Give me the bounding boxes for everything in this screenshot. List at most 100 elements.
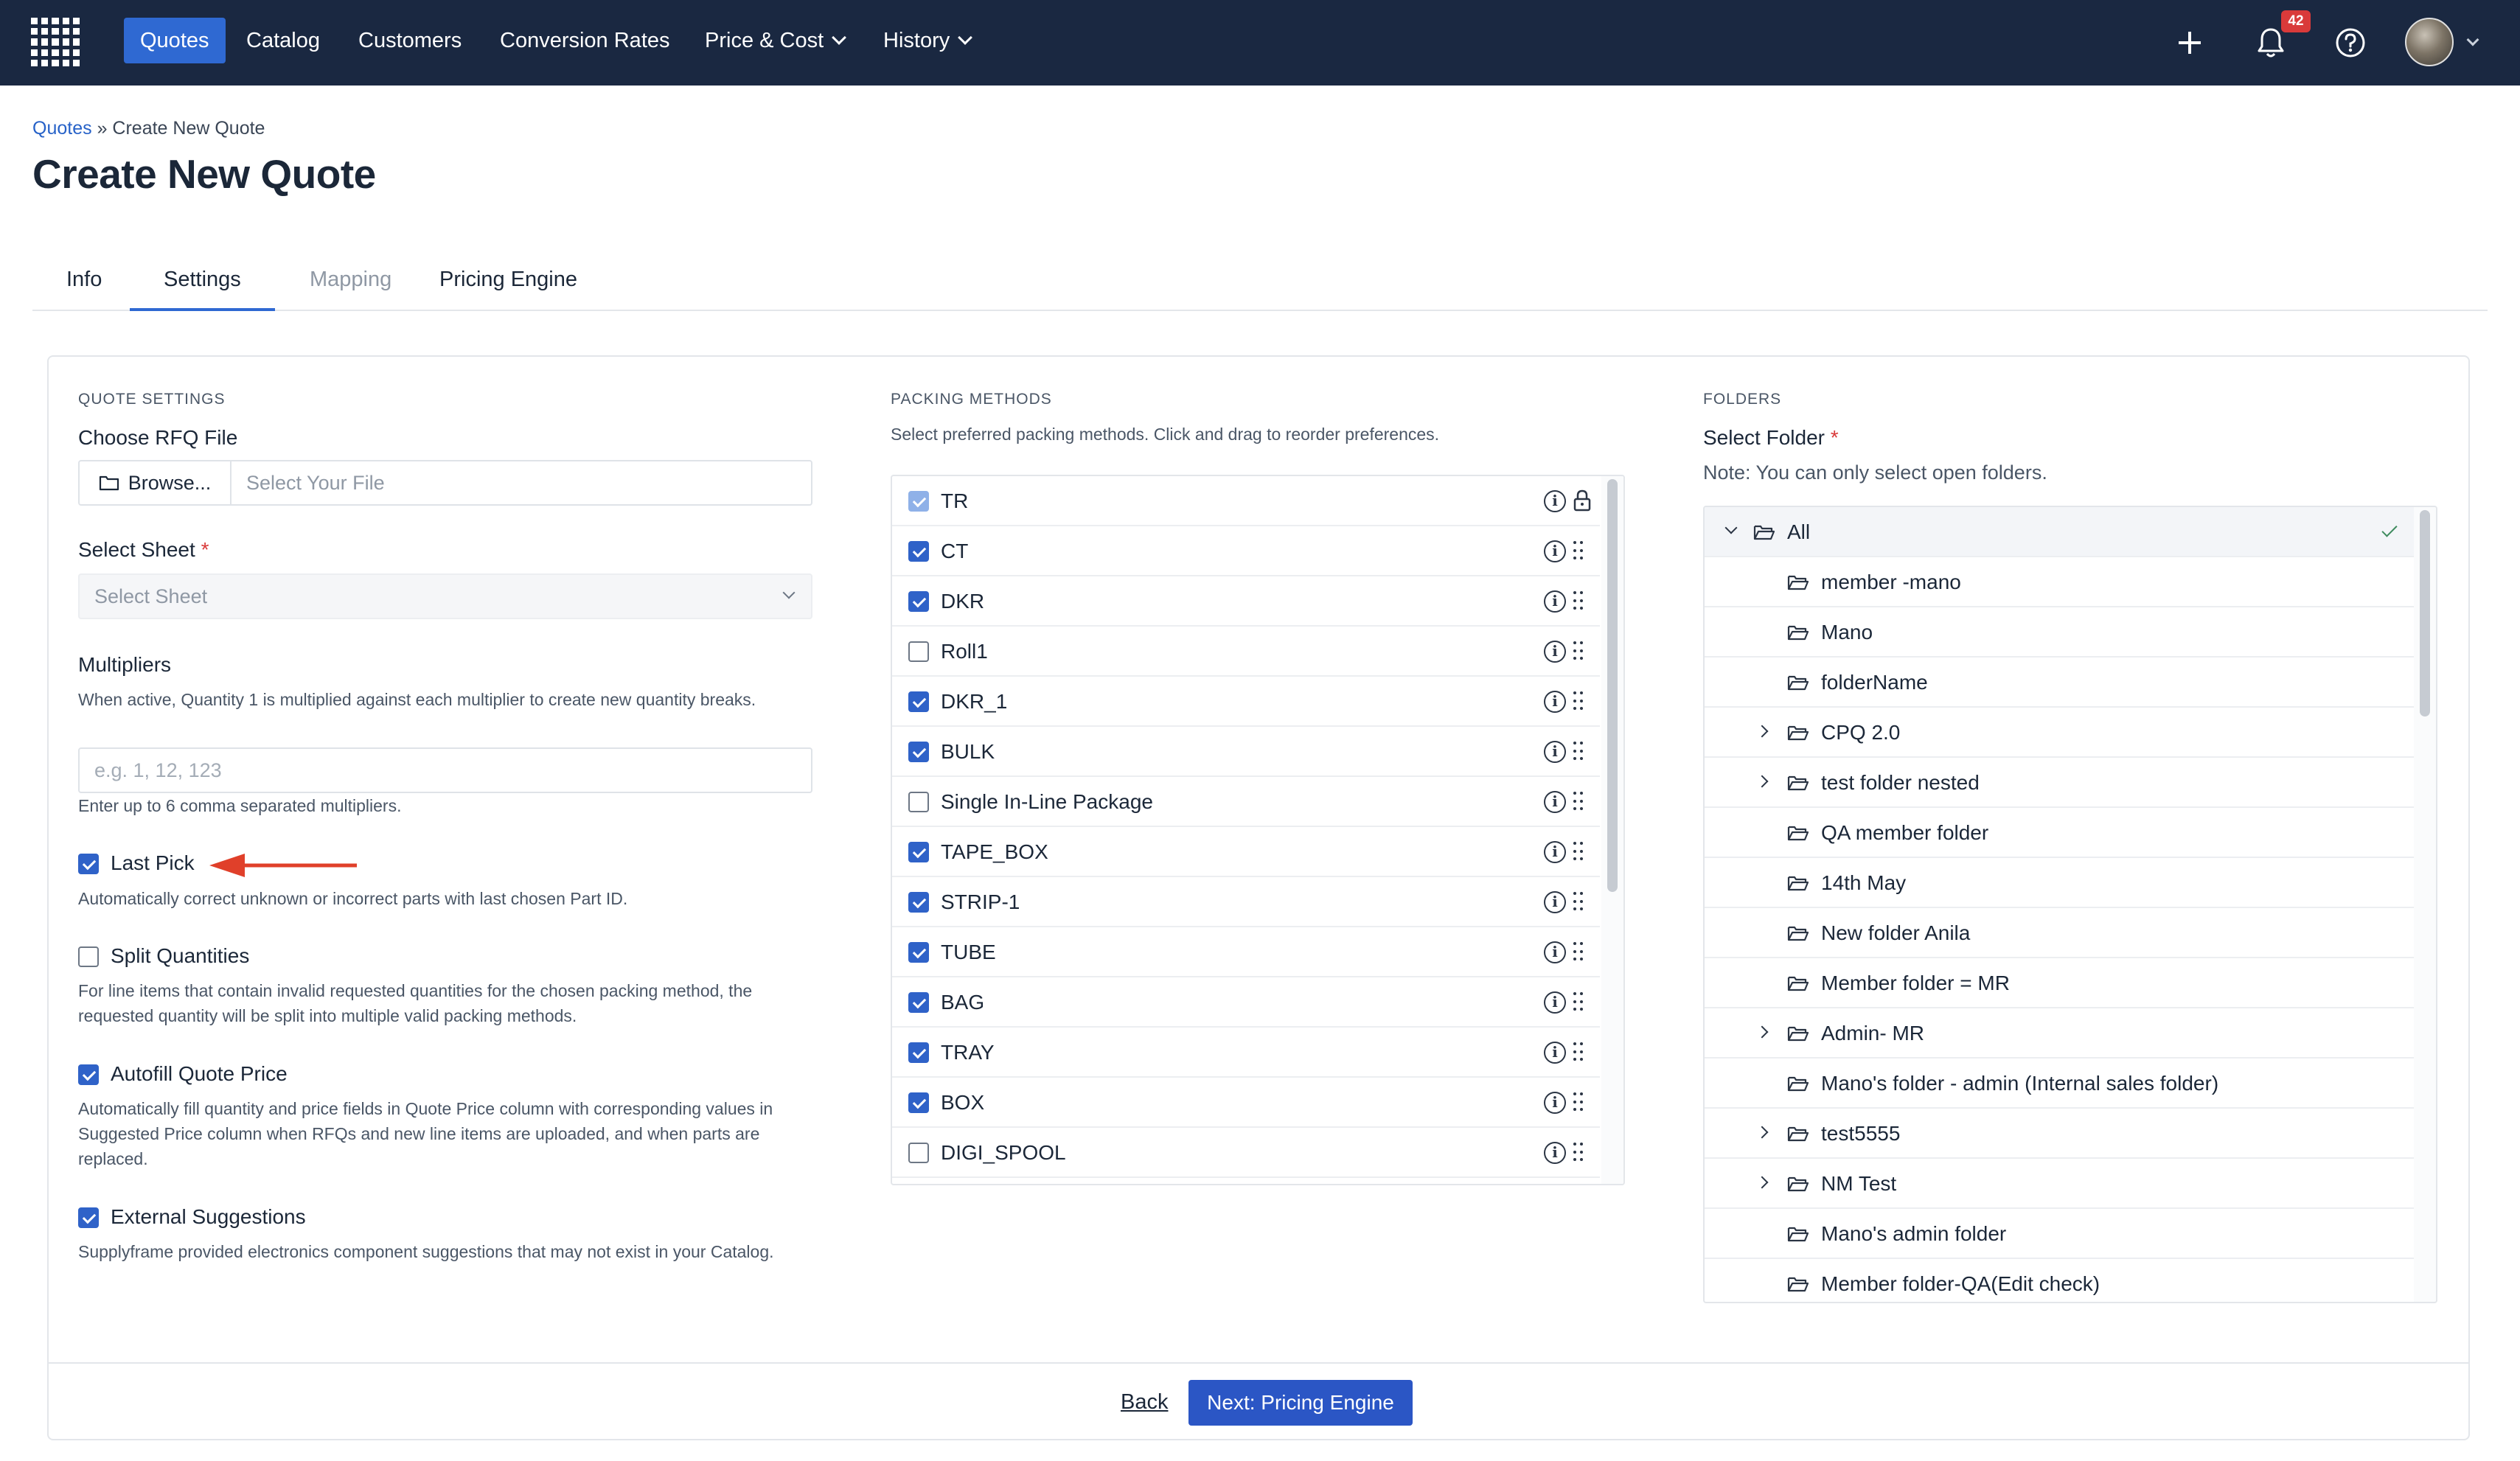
drag-handle-icon[interactable] — [1573, 992, 1584, 1013]
list-item[interactable]: BOX i — [892, 1078, 1600, 1128]
info-icon[interactable]: i — [1544, 841, 1566, 863]
chevron-right-icon[interactable] — [1755, 1126, 1769, 1139]
drag-handle-icon[interactable] — [1573, 892, 1584, 913]
packing-methods-list[interactable]: TR i CT i DKR i Roll1 i DKR_1 i BULK i S… — [891, 475, 1625, 1185]
folder-tree-item[interactable]: test5555 — [1705, 1109, 2415, 1159]
drag-handle-icon[interactable] — [1573, 1042, 1584, 1063]
drag-handle-icon[interactable] — [1573, 1092, 1584, 1113]
chevron-right-icon[interactable] — [1755, 1176, 1769, 1189]
list-item[interactable]: TUBE i — [892, 927, 1600, 977]
chevron-down-icon[interactable] — [2466, 33, 2479, 46]
scrollbar[interactable] — [1601, 476, 1623, 1184]
app-grid-icon[interactable] — [31, 18, 80, 66]
info-icon[interactable]: i — [1544, 741, 1566, 763]
drag-handle-icon[interactable] — [1573, 691, 1584, 712]
folder-tree-item[interactable]: folderName — [1705, 658, 2415, 708]
folder-tree-item[interactable]: QA member folder — [1705, 808, 2415, 858]
info-icon[interactable]: i — [1544, 641, 1566, 663]
nav-item-catalog[interactable]: Catalog — [230, 18, 336, 63]
info-icon[interactable]: i — [1544, 691, 1566, 713]
scrollbar-thumb[interactable] — [2420, 510, 2430, 716]
tab-pricing-engine[interactable]: Pricing Engine — [406, 251, 611, 311]
nav-item-history[interactable]: History — [867, 18, 986, 63]
folder-tree-item[interactable]: NM Test — [1705, 1159, 2415, 1209]
list-item[interactable]: Roll1 i — [892, 627, 1600, 677]
packing-method-checkbox[interactable] — [908, 691, 929, 712]
drag-handle-icon[interactable] — [1573, 641, 1584, 662]
info-icon[interactable]: i — [1544, 490, 1566, 512]
folder-tree-item[interactable]: Mano's admin folder — [1705, 1209, 2415, 1259]
folder-tree-item[interactable]: member -mano — [1705, 557, 2415, 607]
info-icon[interactable]: i — [1544, 1042, 1566, 1064]
nav-item-quotes[interactable]: Quotes — [124, 18, 226, 63]
folder-tree-item[interactable]: Admin- MR — [1705, 1008, 2415, 1059]
multipliers-input[interactable] — [78, 747, 812, 793]
packing-method-checkbox[interactable] — [908, 942, 929, 963]
packing-method-checkbox[interactable] — [908, 842, 929, 862]
list-item[interactable]: BULK i — [892, 727, 1600, 777]
drag-handle-icon[interactable] — [1573, 591, 1584, 612]
info-icon[interactable]: i — [1544, 590, 1566, 613]
folder-tree-item[interactable]: CPQ 2.0 — [1705, 708, 2415, 758]
chevron-right-icon[interactable] — [1755, 725, 1769, 738]
folder-tree-item[interactable]: All — [1705, 507, 2415, 557]
info-icon[interactable]: i — [1544, 540, 1566, 562]
avatar[interactable] — [2405, 18, 2454, 66]
info-icon[interactable]: i — [1544, 941, 1566, 963]
folder-tree-item[interactable]: Mano — [1705, 607, 2415, 658]
folder-tree-item[interactable]: Member folder-QA(Edit check) — [1705, 1259, 2415, 1302]
drag-handle-icon[interactable] — [1573, 742, 1584, 762]
last-pick-checkbox[interactable] — [78, 854, 99, 874]
nav-item-customers[interactable]: Customers — [342, 18, 478, 63]
list-item[interactable]: BAG i — [892, 977, 1600, 1028]
packing-method-checkbox[interactable] — [908, 892, 929, 913]
packing-method-checkbox[interactable] — [908, 641, 929, 662]
drag-handle-icon[interactable] — [1573, 1143, 1584, 1163]
packing-method-checkbox[interactable] — [908, 992, 929, 1013]
folder-tree-item[interactable]: Mano's folder - admin (Internal sales fo… — [1705, 1059, 2415, 1109]
list-item[interactable]: CT i — [892, 526, 1600, 576]
packing-method-checkbox[interactable] — [908, 541, 929, 562]
folder-tree-item[interactable]: Member folder = MR — [1705, 958, 2415, 1008]
scrollbar-thumb[interactable] — [1607, 479, 1618, 892]
nav-item-price-cost[interactable]: Price & Cost — [689, 18, 860, 63]
nav-item-conversion-rates[interactable]: Conversion Rates — [484, 18, 686, 63]
list-item[interactable]: TAPE_BOX i — [892, 827, 1600, 877]
breadcrumb-link-quotes[interactable]: Quotes — [32, 118, 92, 139]
rfq-file-input[interactable]: Browse... Select Your File — [78, 460, 812, 506]
drag-handle-icon[interactable] — [1573, 842, 1584, 862]
tab-settings[interactable]: Settings — [130, 251, 275, 311]
list-item[interactable]: TRAY i — [892, 1028, 1600, 1078]
scrollbar[interactable] — [2414, 507, 2436, 1302]
info-icon[interactable]: i — [1544, 1092, 1566, 1114]
packing-method-checkbox[interactable] — [908, 1092, 929, 1113]
folder-tree[interactable]: All member -mano Mano folderName CPQ 2.0… — [1703, 506, 2437, 1303]
list-item[interactable]: STRIP-1 i — [892, 877, 1600, 927]
select-sheet-dropdown[interactable]: Select Sheet — [78, 573, 812, 619]
folder-tree-item[interactable]: 14th May — [1705, 858, 2415, 908]
list-item[interactable]: DIGI_SPOOL i — [892, 1128, 1600, 1178]
info-icon[interactable]: i — [1544, 891, 1566, 913]
tab-info[interactable]: Info — [32, 251, 136, 311]
folder-tree-item[interactable]: New folder Anila — [1705, 908, 2415, 958]
browse-button[interactable]: Browse... — [80, 461, 232, 504]
back-link[interactable]: Back — [1121, 1390, 1168, 1415]
info-icon[interactable]: i — [1544, 791, 1566, 813]
drag-handle-icon[interactable] — [1573, 942, 1584, 963]
list-item[interactable]: Single In-Line Package i — [892, 777, 1600, 827]
packing-method-checkbox[interactable] — [908, 742, 929, 762]
help-icon[interactable] — [2330, 22, 2371, 63]
folder-tree-item[interactable]: test folder nested — [1705, 758, 2415, 808]
chevron-down-icon[interactable] — [1724, 521, 1738, 534]
info-icon[interactable]: i — [1544, 1142, 1566, 1164]
packing-method-checkbox[interactable] — [908, 591, 929, 612]
chevron-right-icon[interactable] — [1755, 1025, 1769, 1039]
list-item[interactable]: DKR_1 i — [892, 677, 1600, 727]
packing-method-checkbox[interactable] — [908, 792, 929, 812]
info-icon[interactable]: i — [1544, 991, 1566, 1014]
autofill-quote-price-checkbox[interactable] — [78, 1064, 99, 1085]
drag-handle-icon[interactable] — [1573, 541, 1584, 562]
external-suggestions-checkbox[interactable] — [78, 1207, 99, 1228]
list-item[interactable]: TR i — [892, 476, 1600, 526]
split-quantities-checkbox[interactable] — [78, 946, 99, 967]
